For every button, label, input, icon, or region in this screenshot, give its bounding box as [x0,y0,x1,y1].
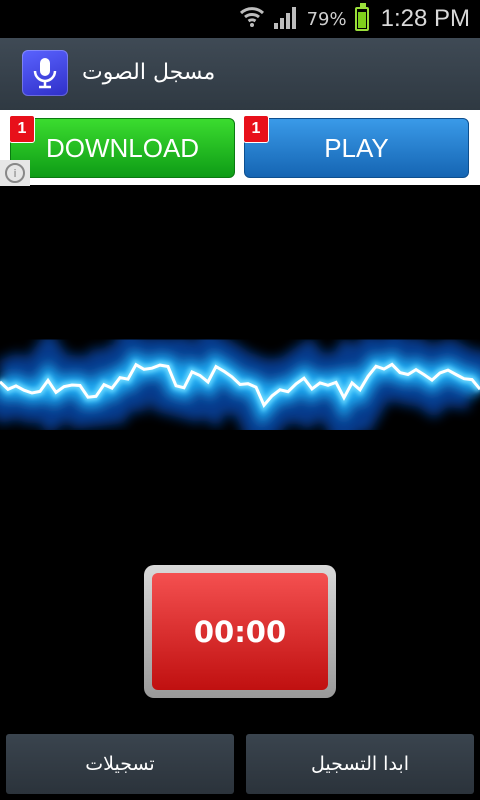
app-bar: مسجل الصوت [0,38,480,110]
microphone-icon[interactable] [22,50,68,96]
battery-icon [354,3,369,31]
status-bar: 79% 1:28 PM [0,0,480,38]
app-title: مسجل الصوت [82,60,216,85]
start-recording-label: ابدا التسجيل [311,753,409,775]
play-badge: 1 [243,115,269,143]
status-icons: 79% 1:28 PM [239,0,470,38]
record-timer-button[interactable]: 00:00 [152,573,328,690]
timer-text: 00:00 [193,614,287,649]
start-recording-button[interactable]: ابدا التسجيل [246,734,474,794]
download-label: DOWNLOAD [45,132,200,163]
record-timer-frame: 00:00 [144,565,336,698]
signal-icon [273,5,299,33]
download-badge: 1 [9,115,35,143]
download-button[interactable]: 1 DOWNLOAD [9,115,235,178]
audio-waveform [0,250,480,490]
battery-fill [357,12,366,28]
ad-banner: 1 DOWNLOAD 1 PLAY [0,110,480,185]
play-label: PLAY [324,132,389,163]
recordings-label: تسجيلات [85,753,155,775]
play-button[interactable]: 1 PLAY [243,115,469,178]
recordings-button[interactable]: تسجيلات [6,734,234,794]
clock: 1:28 PM [380,5,470,32]
battery-percent: 79% [306,8,347,30]
info-icon[interactable]: i [0,160,30,186]
wifi-icon [239,5,265,33]
